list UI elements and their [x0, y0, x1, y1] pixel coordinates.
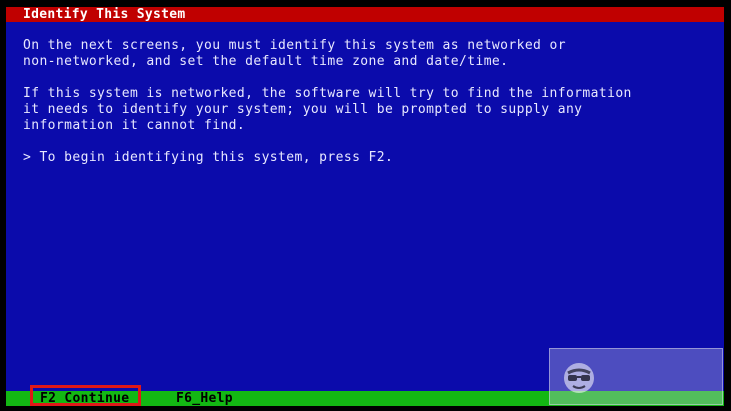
body-text-line: On the next screens, you must identify t… — [23, 38, 566, 53]
content-area: On the next screens, you must identify t… — [6, 22, 724, 391]
screen-title: Identify This System — [23, 7, 186, 22]
body-text-line: non-networked, and set the default time … — [23, 54, 509, 69]
body-text-line: it needs to identify your system; you wi… — [23, 102, 583, 117]
title-bar: Identify This System — [6, 7, 724, 22]
body-text-line: information it cannot find. — [23, 118, 246, 133]
instruction-text: > To begin identifying this system, pres… — [23, 150, 394, 165]
f6-help-key[interactable]: F6_Help — [176, 391, 233, 406]
body-text-line: If this system is networked, the softwar… — [23, 86, 632, 101]
watermark-overlay — [549, 348, 723, 405]
installer-screen: Identify This System On the next screens… — [0, 0, 731, 411]
f2-continue-key[interactable]: F2_Continue — [40, 391, 129, 406]
sunglasses-face-icon — [564, 363, 594, 393]
